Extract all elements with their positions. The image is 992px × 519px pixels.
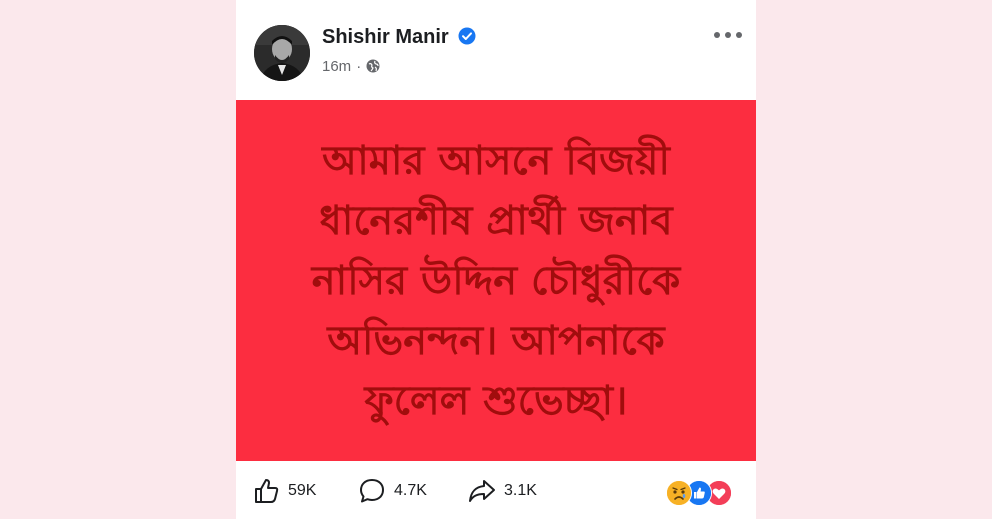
post-footer: 59K 4.7K 3.1K <box>236 461 756 519</box>
comment-button[interactable]: 4.7K <box>358 478 427 504</box>
post-card: Shishir Manir 16m · আমার আসনে বিজয়ী ধান… <box>236 0 756 519</box>
like-button[interactable]: 59K <box>252 478 316 504</box>
reaction-summary[interactable] <box>666 480 746 506</box>
share-count: 3.1K <box>504 482 537 499</box>
avatar[interactable] <box>254 25 310 81</box>
post-header: Shishir Manir 16m · <box>236 0 756 100</box>
post-meta: 16m · <box>322 58 380 75</box>
more-options-button[interactable] <box>708 22 748 48</box>
sad-reaction-icon <box>666 480 692 506</box>
post-body: আমার আসনে বিজয়ী ধানেরশীষ প্রার্থী জনাব … <box>236 100 756 461</box>
share-button[interactable]: 3.1K <box>468 478 537 504</box>
like-count: 59K <box>288 482 317 499</box>
author-name-row: Shishir Manir <box>322 26 476 49</box>
more-dots-icon <box>714 32 742 38</box>
meta-separator: · <box>356 58 362 75</box>
comment-icon <box>360 479 384 503</box>
comment-count: 4.7K <box>394 482 427 499</box>
author-name[interactable]: Shishir Manir <box>322 26 449 48</box>
avatar-image <box>254 25 310 81</box>
share-icon <box>469 480 495 502</box>
globe-icon[interactable] <box>366 59 380 73</box>
thumbs-up-icon <box>255 479 279 503</box>
post-text: আমার আসনে বিজয়ী ধানেরশীষ প্রার্থী জনাব … <box>311 137 681 424</box>
verified-badge-icon <box>458 27 476 45</box>
post-time[interactable]: 16m <box>322 58 351 75</box>
